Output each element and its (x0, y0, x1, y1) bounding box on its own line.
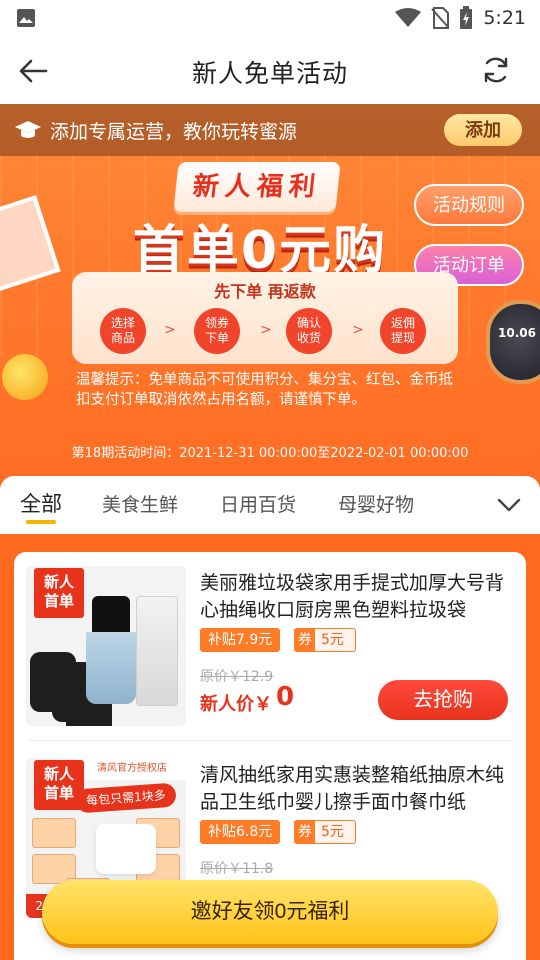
store-label: 清风官方授权店 (78, 758, 186, 780)
page-title: 新人免单活动 (191, 59, 348, 88)
steps-title: 先下单 再返款 (214, 282, 316, 301)
coupon-value: 5元 (321, 632, 344, 648)
new-price-value: 0 (276, 682, 295, 712)
coupon-tag: 券 5元 (294, 628, 356, 652)
slogan-tag: 每包只需1块多 (75, 782, 177, 814)
trash-bag-pack (136, 596, 178, 706)
product-title: 美丽雅垃圾袋家用手提式加厚大号背心抽绳收口厨房黑色塑料拉圾袋 (200, 572, 505, 621)
coupon-prefix: 券 (295, 821, 315, 843)
promo-strip: 添加专属运营，教你玩转蜜源 添加 (0, 104, 540, 156)
tissue-sheet (96, 824, 156, 874)
product-title: 清风抽纸家用实惠装整箱纸抽原木纯品卫生纸巾婴儿擦手面巾餐巾纸 (200, 764, 505, 813)
grab-button[interactable]: 去抢购 (378, 680, 508, 720)
coupon-tag: 券 5元 (294, 820, 356, 844)
decor-watch-label: 10.06 (498, 326, 536, 340)
add-operator-button[interactable]: 添加 (444, 114, 522, 146)
step-arrow: > (260, 322, 272, 338)
original-price: 原价￥11.8 (200, 861, 274, 877)
tab-mother-baby[interactable]: 母婴好物 (338, 490, 414, 517)
activity-period: 第18期活动时间：2021-12-31 00:00:00至2022-02-01 … (71, 446, 469, 461)
tissue-box (32, 818, 76, 848)
divider (28, 740, 512, 741)
activity-rules-button[interactable]: 活动规则 (414, 184, 524, 226)
no-sim-icon (431, 7, 450, 29)
activity-banner: 10.06 添加专属运营，教你玩转蜜源 添加 新人福利 首单0元购 活动规则 活… (0, 104, 540, 480)
newbie-welfare-tag: 新人福利 (173, 162, 341, 212)
chevron-down-icon[interactable] (496, 496, 522, 514)
trash-bin (86, 632, 136, 704)
subsidy-tag: 补贴7.9元 (200, 628, 281, 652)
tab-food-fresh[interactable]: 美食生鲜 (102, 490, 178, 517)
status-bar: 5:21 (0, 0, 540, 36)
wifi-icon (395, 8, 422, 27)
title-bar: 新人免单活动 (0, 36, 540, 104)
battery-charging-icon (460, 6, 473, 29)
step-confirm-receipt: 确认 收货 (286, 308, 332, 354)
promo-text: 添加专属运营，教你玩转蜜源 (50, 121, 298, 143)
new-price-label: 新人价￥ (200, 694, 272, 715)
list-item[interactable]: 新人 首单 美丽雅垃圾袋家用手提式加厚大号背心抽绳收口厨房黑色塑料拉圾袋 补贴7… (14, 556, 526, 742)
warm-tip: 温馨提示：免单商品不可使用积分、集分宝、红包、金币抵扣支付订单取消依然占用名额，… (76, 372, 453, 408)
subsidy-tag: 补贴6.8元 (200, 820, 281, 844)
decor-coin (2, 354, 48, 400)
newbie-first-order-badge: 新人 首单 (34, 568, 84, 618)
step-coupon-order: 领券 下单 (194, 308, 240, 354)
coupon-prefix: 券 (295, 629, 315, 651)
tab-underline (26, 520, 56, 524)
step-cashback: 返佣 提现 (380, 308, 426, 354)
tab-daily-goods[interactable]: 日用百货 (220, 490, 296, 517)
original-price: 原价￥12.9 (200, 669, 274, 685)
status-time: 5:21 (483, 7, 526, 29)
step-select-product: 选择 商品 (100, 308, 146, 354)
newbie-first-order-badge: 新人 首单 (34, 760, 84, 810)
category-tabs: 全部 美食生鲜 日用百货 母婴好物 (0, 476, 540, 534)
coupon-value: 5元 (321, 824, 344, 840)
step-arrow: > (352, 322, 364, 338)
steps-card: 先下单 再返款 选择 商品 > 领券 下单 > 确认 收货 > 返佣 提现 (72, 272, 458, 364)
invite-friends-button[interactable]: 邀好友领0元福利 (42, 880, 498, 944)
gallery-icon (17, 9, 35, 27)
tab-all[interactable]: 全部 (20, 488, 62, 518)
step-arrow: > (164, 322, 176, 338)
banner-headline: 首单0元购 (132, 221, 388, 281)
decor-watch (486, 300, 540, 384)
graduation-cap-icon (15, 121, 41, 138)
refresh-icon[interactable] (480, 54, 512, 86)
